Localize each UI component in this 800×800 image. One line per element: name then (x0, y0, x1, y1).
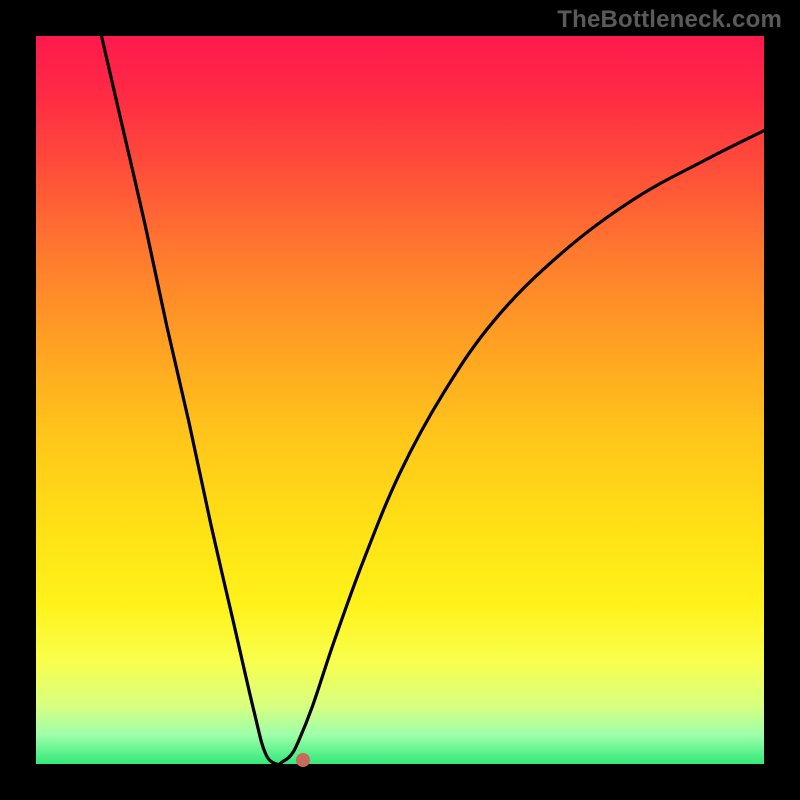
plot-background-gradient (36, 36, 764, 764)
chart-frame: TheBottleneck.com (0, 0, 800, 800)
watermark-text: TheBottleneck.com (557, 6, 782, 34)
